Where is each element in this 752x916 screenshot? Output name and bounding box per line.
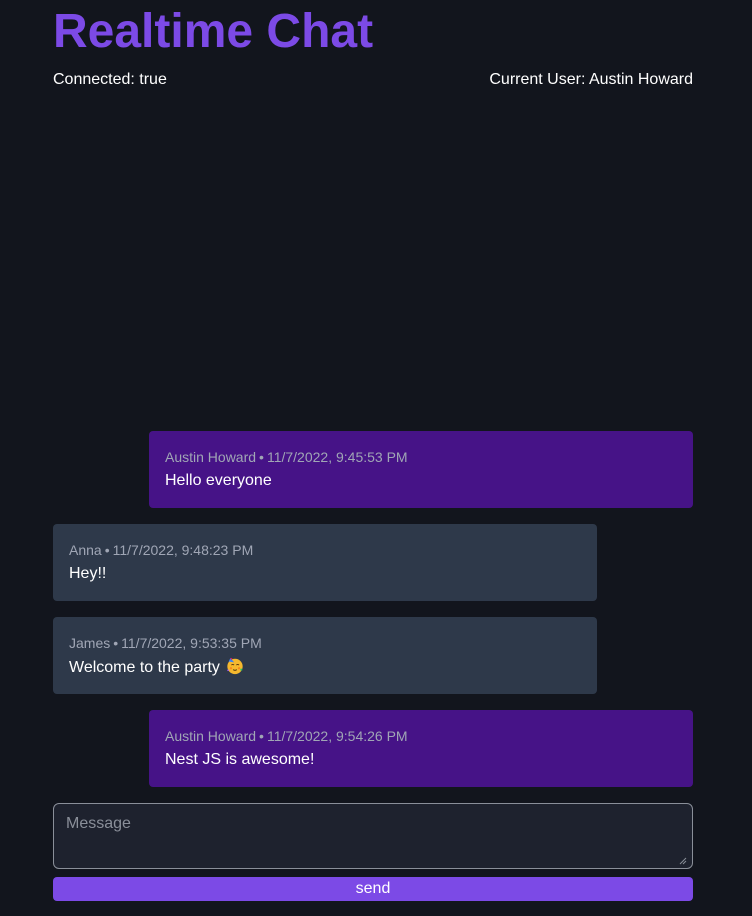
status-bar: Connected: true Current User: Austin How… [53,70,693,90]
message-bubble-self: Austin Howard • 11/7/2022, 9:54:26 PM Nest… [149,710,693,787]
message-timestamp: 11/7/2022, 9:54:26 PM [266,728,408,744]
message-text: Nest JS is awesome! [165,751,315,768]
meta-separator: • [104,542,110,558]
message-text: Hello everyone [165,472,272,489]
connection-status: Connected: true [53,71,167,88]
page-title: Realtime Chat [53,5,374,58]
message-meta: Anna • 11/7/2022, 9:48:23 PM [69,542,581,558]
message-author: James [69,635,111,651]
message-bubble-other: James • 11/7/2022, 9:53:35 PM Welcome to t… [53,617,597,694]
message-bubble-self: Austin Howard • 11/7/2022, 9:45:53 PM Hell… [149,431,693,508]
message-author: Anna [69,542,102,558]
message-timestamp: 11/7/2022, 9:53:35 PM [121,635,262,651]
message-text: Hey!! [69,565,107,582]
resize-handle-icon[interactable] [679,857,687,865]
current-user-label: Current User: Austin Howard [489,71,693,88]
meta-separator: • [113,635,119,651]
message-input[interactable] [53,803,693,869]
send-button[interactable]: send [53,877,693,901]
message-text: Welcome to the party [69,657,581,678]
chat-app: Realtime Chat Connected: true Current Us… [53,0,693,916]
meta-separator: • [259,449,264,465]
message-meta: Austin Howard • 11/7/2022, 9:54:26 PM [165,728,677,744]
message-author: Austin Howard [165,449,257,465]
message-author: Austin Howard [165,728,257,744]
message-timestamp: 11/7/2022, 9:45:53 PM [266,449,408,465]
meta-separator: • [259,728,264,744]
partying-face-icon [227,657,243,675]
message-text-content: Welcome to the party [69,659,220,676]
message-bubble-other: Anna • 11/7/2022, 9:48:23 PM Hey!! [53,524,597,601]
message-meta: James • 11/7/2022, 9:53:35 PM [69,635,581,651]
message-meta: Austin Howard • 11/7/2022, 9:45:53 PM [165,449,677,465]
message-timestamp: 11/7/2022, 9:48:23 PM [112,542,254,558]
